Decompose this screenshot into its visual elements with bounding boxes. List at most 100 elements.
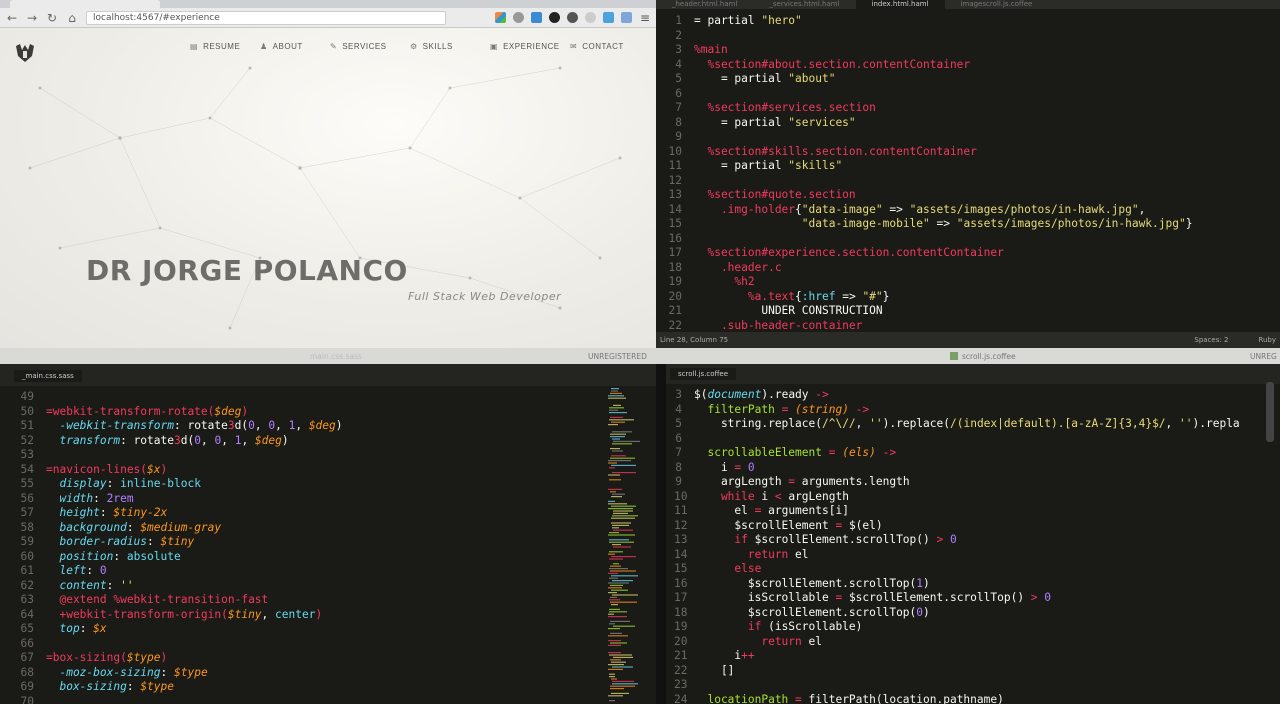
code-line[interactable]: 4 %section#about.section.contentContaine…	[664, 58, 1192, 73]
code-line[interactable]: 52 transform: rotate 3 d(0, 0, 1, $deg)	[16, 434, 343, 449]
code-line[interactable]: 1 = partial "hero"	[664, 14, 1192, 29]
code-line[interactable]: 19 %h2	[664, 275, 1192, 290]
code-line[interactable]: 11 el = arguments[i]	[674, 504, 1240, 519]
code-line[interactable]: 12 $scrollElement = $(el)	[674, 519, 1240, 534]
code-line[interactable]: 13 if $scrollElement.scrollTop() > 0	[674, 533, 1240, 548]
code-line[interactable]: 16 $scrollElement.scrollTop(1)	[674, 577, 1240, 592]
code-line[interactable]: 5 string.replace(/^\//, '').replace(/(in…	[674, 417, 1239, 432]
indentation-setting[interactable]: Spaces: 2	[1194, 332, 1228, 348]
code-line[interactable]: 10 while i < argLength	[674, 490, 1240, 505]
code-line[interactable]: 62 content: ''	[16, 579, 343, 594]
extension-icon[interactable]	[602, 12, 614, 23]
code-line[interactable]: 67 =box-sizing($type)	[16, 651, 343, 666]
extension-icon[interactable]	[494, 12, 506, 23]
code-line[interactable]: 54 =navicon-lines($x)	[16, 463, 343, 478]
nav-item-resume[interactable]: ▤ RESUME	[190, 42, 260, 51]
nav-item-about[interactable]: ♟ ABOUT	[260, 42, 330, 51]
scrollbar-thumb[interactable]	[1266, 382, 1274, 442]
code-line[interactable]: 17 isScrollable = $scrollElement.scrollT…	[674, 591, 1240, 606]
editor-tab-active[interactable]: scroll.js.coffee	[670, 368, 737, 380]
editor-tab[interactable]: imagescroll.js.coffee	[945, 0, 1049, 9]
code-line[interactable]: 6	[664, 87, 1192, 102]
code-line[interactable]: 15 "data-image-mobile" => "assets/images…	[664, 217, 1193, 232]
sass-code[interactable]: 49 50 =webkit-transform-rotate($deg) 51 -we…	[16, 390, 343, 704]
extension-icon[interactable]	[620, 12, 632, 23]
code-line[interactable]: 8 = partial "services"	[664, 116, 1192, 131]
code-line[interactable]: 23	[674, 678, 1240, 693]
code-line[interactable]: 21 i ++	[674, 649, 1240, 664]
nav-item-services[interactable]: ✎ SERVICES	[330, 42, 410, 51]
code-line[interactable]: 65 top: $x	[16, 622, 343, 637]
reload-icon[interactable]: ↻	[46, 8, 58, 28]
code-line[interactable]: 16	[664, 232, 1192, 247]
nav-item-skills[interactable]: ⚙ SKILLS	[410, 42, 490, 51]
forward-icon[interactable]: →	[26, 8, 38, 28]
code-line[interactable]: 21 UNDER CONSTRUCTION	[664, 304, 1192, 319]
code-line[interactable]: 53	[16, 448, 343, 463]
code-line[interactable]: 64 +webkit-transform-origin($tiny, cente…	[16, 608, 343, 623]
code-line[interactable]: 55 display: inline-block	[16, 477, 343, 492]
code-line[interactable]: 56 width: 2rem	[16, 492, 343, 507]
code-line[interactable]: 70	[16, 695, 343, 704]
code-line[interactable]: 6	[674, 432, 1240, 447]
extension-icon[interactable]	[584, 12, 596, 23]
code-line[interactable]: 69 box-sizing: $type	[16, 680, 343, 695]
editor-tab[interactable]: _services.html.haml	[753, 0, 855, 9]
extension-icon[interactable]	[548, 12, 560, 23]
code-line[interactable]: 58 background: $medium-gray	[16, 521, 343, 536]
editor-tab-active[interactable]: index.html.haml	[855, 0, 945, 9]
code-line[interactable]: 17 %section#experience.section.contentCo…	[664, 246, 1192, 261]
code-line[interactable]: 14 .img-holder{"data-image" => "assets/i…	[664, 203, 1192, 218]
code-line[interactable]: 14 return el	[674, 548, 1240, 563]
home-icon[interactable]: ⌂	[66, 8, 78, 28]
code-line[interactable]: 15 else	[674, 562, 1240, 577]
code-line[interactable]: 19 if (isScrollable)	[674, 620, 1240, 635]
code-line[interactable]: 9 argLength = arguments.length	[674, 475, 1240, 490]
code-line[interactable]: 11 = partial "skills"	[664, 159, 1192, 174]
code-line[interactable]: 18 $scrollElement.scrollTop(0)	[674, 606, 1240, 621]
code-line[interactable]: 57 height: $tiny-2x	[16, 506, 343, 521]
code-line[interactable]: 60 position: absolute	[16, 550, 343, 565]
editor-tab-active[interactable]: _main.css.sass	[14, 370, 82, 382]
pane-divider[interactable]	[656, 364, 666, 704]
syntax-setting[interactable]: Ruby	[1258, 332, 1276, 348]
code-line[interactable]: 8 i = 0	[674, 461, 1240, 476]
code-line[interactable]: 12	[664, 174, 1192, 189]
code-line[interactable]: 49	[16, 390, 343, 405]
code-line[interactable]: 3 %main	[664, 43, 1192, 58]
code-line[interactable]: 4 filterPath = (string) ->	[674, 403, 1240, 418]
code-line[interactable]: 22 .sub-header-container	[664, 319, 1192, 334]
code-line[interactable]: 22 []	[674, 664, 1240, 679]
nav-item-experience[interactable]: ▣ EXPERIENCE	[490, 42, 570, 51]
code-line[interactable]: 5 = partial "about"	[664, 72, 1192, 87]
code-line[interactable]: 24 locationPath = filterPath(location.pa…	[674, 693, 1240, 704]
address-bar[interactable]: localhost:4567/#experience	[86, 10, 446, 25]
hamburger-menu-icon[interactable]: ≡	[640, 8, 650, 28]
haml-code[interactable]: 1 = partial "hero" 2 3 %main 4 %section#about…	[664, 14, 1193, 334]
coffee-code[interactable]: 3 $(document).ready -> 4 filterPath = (str…	[674, 388, 1240, 704]
code-line[interactable]: 20 %a.text{:href => "#"}	[664, 290, 1192, 305]
code-line[interactable]: 7 scrollableElement = (els) ->	[674, 446, 1240, 461]
back-icon[interactable]: ←	[6, 8, 18, 28]
code-line[interactable]: 63 @extend %webkit-transition-fast	[16, 593, 343, 608]
code-minimap[interactable]	[606, 384, 650, 704]
code-line[interactable]: 66	[16, 637, 343, 652]
browser-tab[interactable]	[10, 0, 160, 8]
code-line[interactable]: 50 =webkit-transform-rotate($deg)	[16, 405, 343, 420]
extension-icon[interactable]	[566, 12, 578, 23]
code-line[interactable]: 3 $(document).ready ->	[674, 388, 1240, 403]
code-line[interactable]: 10 %section#skills.section.contentContai…	[664, 145, 1192, 160]
editor-tab[interactable]: _header.html.haml	[656, 0, 753, 9]
code-line[interactable]: 9	[664, 130, 1192, 145]
code-line[interactable]: 18 .header.c	[664, 261, 1192, 276]
code-line[interactable]: 59 border-radius: $tiny	[16, 535, 343, 550]
extension-icon[interactable]	[512, 12, 524, 23]
code-line[interactable]: 7 %section#services.section	[664, 101, 1192, 116]
code-line[interactable]: 13 %section#quote.section	[664, 188, 1192, 203]
code-line[interactable]: 51 -webkit-transform: rotate 3 d(0, 0, 1, …	[16, 419, 343, 434]
extension-icon[interactable]	[530, 12, 542, 23]
code-line[interactable]: 20 return el	[674, 635, 1240, 650]
code-line[interactable]: 2	[664, 29, 1192, 44]
site-logo[interactable]	[14, 42, 36, 64]
code-line[interactable]: 61 left: 0	[16, 564, 343, 579]
